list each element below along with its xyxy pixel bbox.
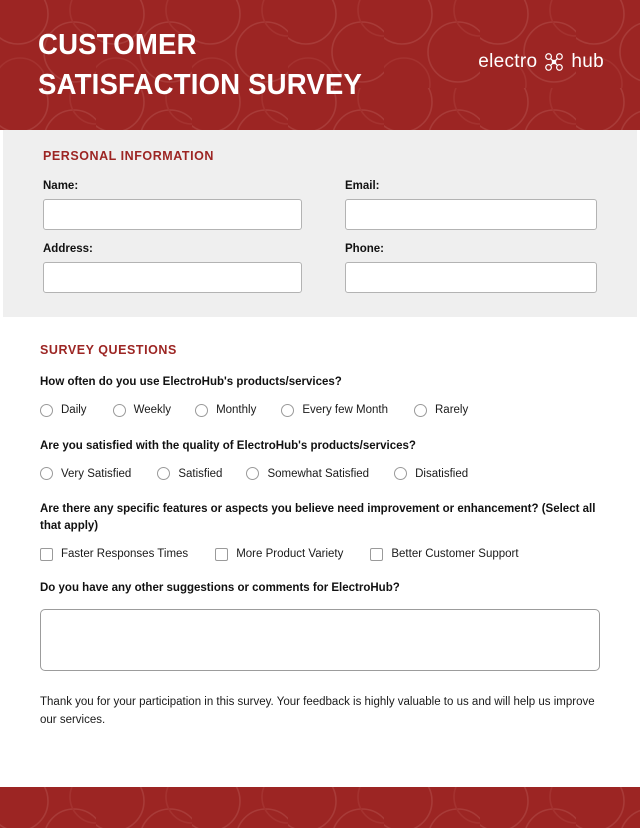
checkbox-icon[interactable] <box>370 547 384 561</box>
address-label: Address: <box>43 243 93 255</box>
page-footer <box>0 787 640 828</box>
field-email: Email: <box>345 180 597 230</box>
question-frequency-options: Daily Weekly Monthly Every few Month Rarely <box>40 403 600 417</box>
radio-icon[interactable] <box>40 403 53 417</box>
drone-icon <box>545 53 564 71</box>
radio-option-every-few-month[interactable]: Every few Month <box>281 403 388 417</box>
survey-page: CUSTOMER SATISFACTION SURVEY electro hub… <box>0 0 640 828</box>
option-label: Monthly <box>216 404 257 417</box>
personal-information-grid: Name: Email: Address: Phone: <box>43 180 597 293</box>
option-label: Rarely <box>435 404 469 417</box>
checkbox-icon[interactable] <box>215 547 229 561</box>
field-address: Address: <box>43 243 302 293</box>
radio-icon[interactable] <box>281 403 295 417</box>
question-suggestions-text: Do you have any other suggestions or com… <box>40 581 400 594</box>
radio-option-daily[interactable]: Daily <box>40 403 87 417</box>
checkbox-option-better-customer-support[interactable]: Better Customer Support <box>370 547 519 561</box>
logo-text-right: hub <box>571 51 604 72</box>
question-satisfaction: Are you satisfied with the quality of El… <box>40 438 600 481</box>
suggestions-textarea[interactable] <box>40 609 600 672</box>
option-label: Disatisfied <box>415 467 469 480</box>
radio-icon[interactable] <box>414 403 427 417</box>
question-frequency: How often do you use ElectroHub's produc… <box>40 374 600 417</box>
phone-input[interactable] <box>345 262 597 293</box>
address-input[interactable] <box>43 262 302 293</box>
radio-icon[interactable] <box>394 467 408 481</box>
radio-option-somewhat-satisfied[interactable]: Somewhat Satisfied <box>246 467 370 481</box>
personal-information-heading: PERSONAL INFORMATION <box>43 149 214 163</box>
option-label: Weekly <box>133 404 172 417</box>
radio-icon[interactable] <box>112 403 126 417</box>
question-frequency-text: How often do you use ElectroHub's produc… <box>40 376 342 388</box>
radio-icon[interactable] <box>246 467 260 481</box>
footer-pattern <box>0 787 640 828</box>
question-improvements: Are there any specific features or aspec… <box>40 501 600 561</box>
survey-questions-section: SURVEY QUESTIONS How often do you use El… <box>0 317 640 730</box>
radio-option-satisfied[interactable]: Satisfied <box>157 467 223 481</box>
page-title: CUSTOMER SATISFACTION SURVEY <box>38 28 363 101</box>
option-label: Very Satisfied <box>61 467 132 480</box>
option-label: Every few Month <box>302 404 388 417</box>
radio-option-monthly[interactable]: Monthly <box>195 403 257 417</box>
brand-logo: electro hub <box>478 51 604 73</box>
name-label: Name: <box>43 180 79 192</box>
radio-option-very-satisfied[interactable]: Very Satisfied <box>40 467 132 481</box>
radio-option-weekly[interactable]: Weekly <box>112 403 172 417</box>
question-improvements-text: Are there any specific features or aspec… <box>40 503 596 533</box>
survey-questions-heading: SURVEY QUESTIONS <box>40 343 177 357</box>
question-suggestions: Do you have any other suggestions or com… <box>40 580 600 672</box>
email-input[interactable] <box>345 199 597 230</box>
radio-icon[interactable] <box>157 467 171 481</box>
checkbox-option-more-product-variety[interactable]: More Product Variety <box>215 547 344 561</box>
email-label: Email: <box>345 180 380 192</box>
checkbox-option-faster-responses-times[interactable]: Faster Responses Times <box>40 547 189 561</box>
thank-you-text: Thank you for your participation in this… <box>40 696 595 727</box>
question-improvements-options: Faster Responses Times More Product Varie… <box>40 547 600 561</box>
option-label: Somewhat Satisfied <box>267 467 370 480</box>
radio-icon[interactable] <box>195 403 209 417</box>
question-satisfaction-options: Very Satisfied Satisfied Somewhat Satisfie… <box>40 467 600 481</box>
option-label: Satisfied <box>178 467 223 480</box>
field-phone: Phone: <box>345 243 597 293</box>
option-label: Faster Responses Times <box>61 548 189 561</box>
option-label: Daily <box>61 404 87 417</box>
option-label: Better Customer Support <box>391 548 519 561</box>
field-name: Name: <box>43 180 302 230</box>
page-header: CUSTOMER SATISFACTION SURVEY electro hub <box>0 0 640 130</box>
radio-icon[interactable] <box>40 467 53 481</box>
personal-information-section: PERSONAL INFORMATION Name: Email: Addres… <box>0 130 640 317</box>
question-satisfaction-text: Are you satisfied with the quality of El… <box>40 439 416 452</box>
phone-label: Phone: <box>345 243 384 255</box>
radio-option-rarely[interactable]: Rarely <box>414 403 469 417</box>
checkbox-icon[interactable] <box>40 547 53 561</box>
option-label: More Product Variety <box>236 548 344 561</box>
logo-text-left: electro <box>478 51 538 72</box>
radio-option-disatisfied[interactable]: Disatisfied <box>394 467 469 481</box>
name-input[interactable] <box>43 199 302 230</box>
